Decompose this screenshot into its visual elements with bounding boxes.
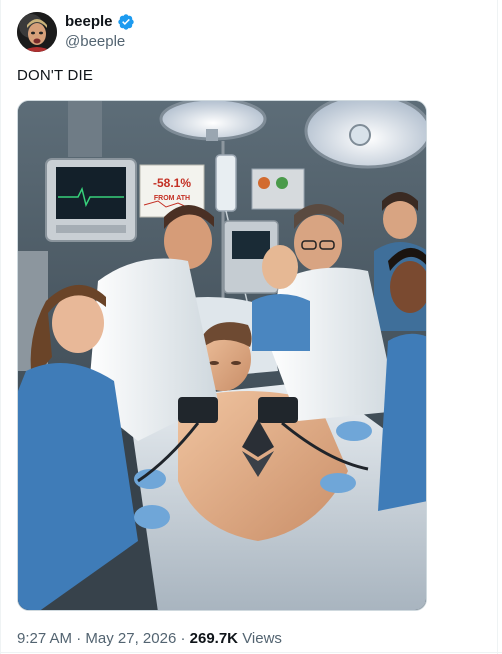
meta-separator-2: ·: [180, 630, 186, 647]
timeline-border-right: [497, 0, 498, 654]
display-name[interactable]: beeple: [65, 12, 113, 32]
views-count[interactable]: 269.7K: [190, 630, 238, 647]
author-handle[interactable]: @beeple: [65, 32, 125, 52]
meta-separator: ·: [76, 630, 82, 647]
tweet-media-image[interactable]: -58.1% FROM ATH: [17, 100, 427, 611]
timeline-border-left: [0, 0, 1, 654]
tweet-time[interactable]: 9:27 AM: [17, 630, 72, 647]
tweet-meta: 9:27 AM · May 27, 2026 · 269.7K Views: [17, 629, 282, 649]
tweet-text: DON'T DIE: [17, 67, 94, 84]
views-label: Views: [242, 630, 282, 647]
verified-badge-icon: [118, 14, 134, 30]
price-drop-value: -58.1%: [153, 176, 191, 190]
tweet-date[interactable]: May 27, 2026: [85, 630, 176, 647]
price-drop-caption: FROM ATH: [154, 195, 190, 202]
tweet-divider: [0, 652, 502, 653]
avatar[interactable]: [17, 12, 57, 52]
